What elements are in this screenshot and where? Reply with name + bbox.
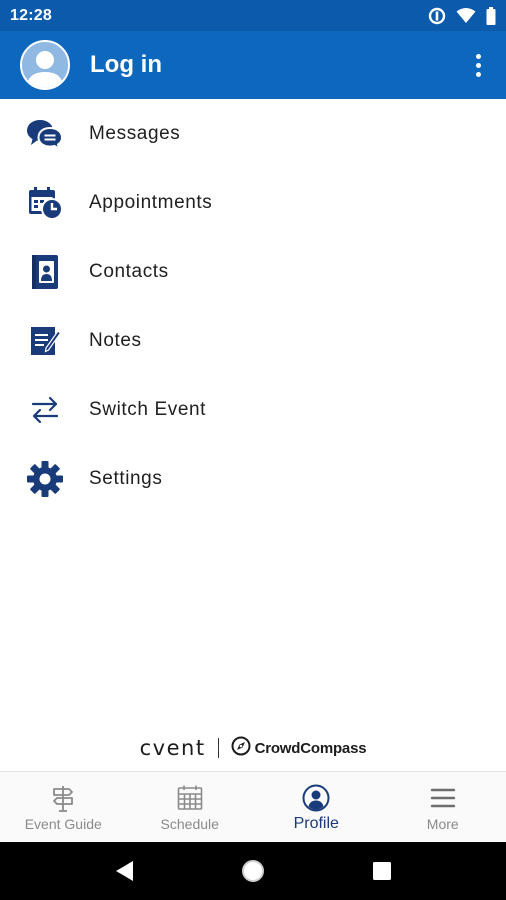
data-saver-icon xyxy=(428,7,446,25)
tab-profile[interactable]: Profile xyxy=(253,772,380,842)
tab-label-profile: Profile xyxy=(293,815,339,832)
app-bar: Log in xyxy=(0,31,506,99)
menu-item-notes[interactable]: Notes xyxy=(0,306,506,375)
gear-icon xyxy=(25,459,65,499)
login-title[interactable]: Log in xyxy=(90,51,162,79)
tab-label-schedule: Schedule xyxy=(160,816,219,832)
menu-label-messages: Messages xyxy=(89,122,181,144)
status-icons xyxy=(428,6,496,25)
calendar-clock-icon xyxy=(25,183,65,223)
tab-label-event-guide: Event Guide xyxy=(24,816,102,832)
home-icon[interactable] xyxy=(233,851,273,891)
crowdcompass-logo: CrowdCompass xyxy=(231,736,367,760)
menu-item-appointments[interactable]: Appointments xyxy=(0,168,506,237)
tab-label-more: More xyxy=(426,816,459,832)
back-icon[interactable] xyxy=(104,851,144,891)
menu-item-settings[interactable]: Settings xyxy=(0,444,506,513)
profile-icon xyxy=(301,783,331,813)
messages-icon xyxy=(25,114,65,154)
branding-footer: cvent CrowdCompass xyxy=(0,733,506,763)
wifi-icon xyxy=(456,7,476,25)
tab-schedule[interactable]: Schedule xyxy=(127,772,254,842)
profile-menu: Messages Appointments Contacts Notes Swi… xyxy=(0,99,506,513)
tab-more[interactable]: More xyxy=(380,772,506,842)
cvent-logo: cvent xyxy=(139,736,206,760)
menu-item-contacts[interactable]: Contacts xyxy=(0,237,506,306)
notes-icon xyxy=(25,321,65,361)
tab-event-guide[interactable]: Event Guide xyxy=(0,772,127,842)
compass-icon xyxy=(231,736,251,760)
menu-label-contacts: Contacts xyxy=(89,260,169,282)
hamburger-menu-icon xyxy=(428,783,458,813)
battery-icon xyxy=(486,6,496,25)
switch-arrows-icon xyxy=(25,390,65,430)
status-bar: 12:28 xyxy=(0,0,506,31)
signpost-icon xyxy=(48,783,78,813)
menu-item-messages[interactable]: Messages xyxy=(0,99,506,168)
menu-item-switch-event[interactable]: Switch Event xyxy=(0,375,506,444)
menu-label-notes: Notes xyxy=(89,329,142,351)
more-vert-icon[interactable] xyxy=(466,49,490,81)
user-avatar-icon[interactable] xyxy=(20,40,70,90)
contact-book-icon xyxy=(25,252,65,292)
calendar-grid-icon xyxy=(175,783,205,813)
brand-divider xyxy=(217,738,219,758)
menu-label-switch-event: Switch Event xyxy=(89,398,207,420)
bottom-navigation: Event Guide Schedule Profile More xyxy=(0,771,506,842)
crowdcompass-text: CrowdCompass xyxy=(254,739,367,757)
menu-label-settings: Settings xyxy=(89,467,163,489)
menu-label-appointments: Appointments xyxy=(89,191,213,213)
system-navigation-bar xyxy=(0,842,506,900)
status-time: 12:28 xyxy=(10,6,52,24)
recents-icon[interactable] xyxy=(362,851,402,891)
